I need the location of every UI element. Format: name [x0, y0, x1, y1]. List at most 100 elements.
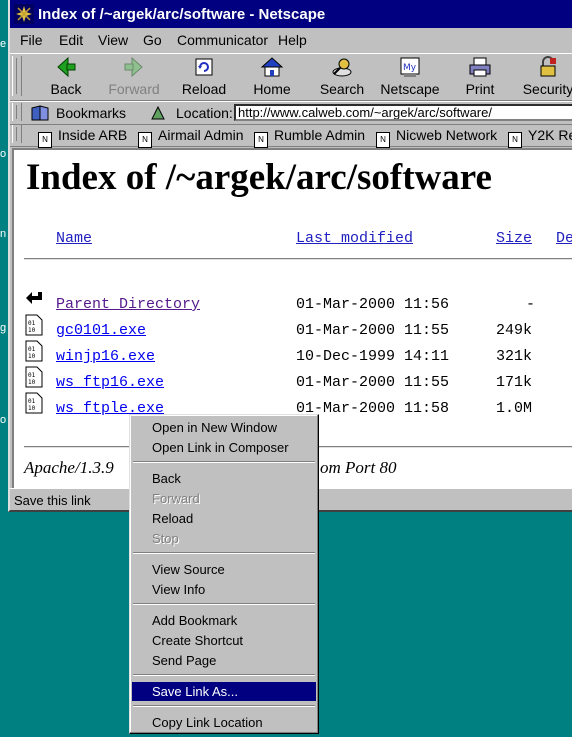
menu-save-link-as[interactable]: Save Link As... — [132, 682, 316, 701]
svg-text:01: 01 — [28, 346, 36, 353]
file-link[interactable]: gc0101.exe — [56, 322, 146, 339]
menu-help[interactable]: Help — [278, 32, 307, 48]
menu-back[interactable]: Back — [132, 469, 316, 488]
menu-separator — [133, 705, 315, 707]
location-toolbar: Bookmarks Location: — [10, 101, 572, 125]
file-link[interactable]: winjp16.exe — [56, 348, 155, 365]
personal-grip[interactable] — [12, 125, 22, 143]
menu-forward[interactable]: Forward — [132, 489, 316, 508]
binary-file-icon: 0110 — [25, 314, 43, 336]
location-label: Location: — [176, 105, 233, 121]
bookmark-y2k[interactable]: N Y2K Re — [508, 127, 572, 148]
home-icon — [260, 57, 284, 77]
context-menu: Open in New Window Open Link in Composer… — [129, 414, 319, 734]
menu-separator — [133, 674, 315, 676]
page-icon: N — [138, 132, 152, 148]
padlock-icon — [540, 56, 556, 77]
file-modified: 01-Mar-2000 11:55 — [296, 322, 450, 339]
file-link-parent[interactable]: Parent Directory — [56, 296, 200, 313]
forward-button[interactable]: Forward — [102, 56, 166, 97]
window-title: Index of /~argek/arc/software - Netscape — [38, 6, 326, 23]
page-icon: N — [376, 132, 390, 148]
bookmarks-button[interactable]: Bookmarks — [56, 105, 126, 121]
menu-create-shortcut[interactable]: Create Shortcut — [132, 631, 316, 650]
reload-icon — [195, 58, 213, 76]
my-netscape-icon: My — [400, 57, 420, 77]
file-link[interactable]: ws_ftp16.exe — [56, 374, 164, 391]
file-modified: 10-Dec-1999 14:11 — [296, 348, 450, 365]
header-rule — [24, 258, 572, 260]
status-text: Save this link — [14, 493, 91, 508]
search-button[interactable]: Search — [310, 56, 374, 97]
bookmark-rumble-admin[interactable]: N Rumble Admin — [254, 127, 365, 148]
back-button[interactable]: Back — [34, 56, 98, 97]
binary-file-icon: 0110 — [25, 366, 43, 388]
menu-separator — [133, 461, 315, 463]
search-icon — [332, 58, 352, 77]
menu-open-new-window[interactable]: Open in New Window — [132, 418, 316, 437]
netscape-button[interactable]: My Netscape — [378, 56, 442, 97]
menu-view-info[interactable]: View Info — [132, 580, 316, 599]
location-grip[interactable] — [12, 103, 22, 121]
desktop-edge: eon go — [0, 38, 7, 426]
file-size: 1.0M — [496, 400, 533, 417]
location-url-input[interactable] — [234, 104, 572, 121]
menu-copy-link-location[interactable]: Copy Link Location — [132, 713, 316, 732]
title-bar[interactable]: Index of /~argek/arc/software - Netscape — [10, 0, 572, 28]
binary-file-icon: 0110 — [25, 392, 43, 414]
file-size: - — [526, 296, 536, 313]
printer-icon — [469, 57, 491, 77]
svg-text:10: 10 — [28, 379, 36, 386]
bookmark-inside-arb[interactable]: N Inside ARB — [38, 127, 127, 148]
server-address-right: om Port 80 — [320, 458, 397, 477]
bookmark-airmail-admin[interactable]: N Airmail Admin — [138, 127, 244, 148]
binary-file-icon: 0110 — [25, 340, 43, 362]
bookmark-nicweb-network[interactable]: N Nicweb Network — [376, 127, 497, 148]
back-folder-icon — [26, 292, 42, 304]
page-proxy-icon[interactable] — [150, 105, 166, 121]
svg-text:10: 10 — [28, 327, 36, 334]
svg-text:My: My — [403, 63, 417, 73]
column-description-link[interactable]: De — [556, 230, 572, 247]
menu-bar: File Edit View Go Communicator Help — [10, 29, 572, 51]
menu-open-composer[interactable]: Open Link in Composer — [132, 438, 316, 457]
menu-add-bookmark[interactable]: Add Bookmark — [132, 611, 316, 630]
reload-button[interactable]: Reload — [172, 56, 236, 97]
bookmarks-icon[interactable] — [30, 104, 52, 122]
file-size: 321k — [496, 348, 533, 365]
page-heading: Index of /~argek/arc/software — [26, 157, 492, 198]
svg-text:10: 10 — [28, 405, 36, 412]
home-button[interactable]: Home — [240, 56, 304, 97]
file-modified: 01-Mar-2000 11:55 — [296, 374, 450, 391]
file-modified: 01-Mar-2000 11:56 — [296, 296, 450, 313]
forward-arrow-icon — [124, 56, 143, 78]
file-size: 249k — [496, 322, 533, 339]
page-icon: N — [508, 132, 522, 148]
menu-edit[interactable]: Edit — [59, 32, 83, 48]
personal-toolbar: N Inside ARB N Airmail Admin N Rumble Admin… — [10, 124, 572, 148]
column-modified-link[interactable]: Last modified — [296, 230, 413, 247]
menu-view-source[interactable]: View Source — [132, 560, 316, 579]
page-icon: N — [38, 132, 52, 148]
menu-reload[interactable]: Reload — [132, 509, 316, 528]
menu-stop[interactable]: Stop — [132, 529, 316, 548]
column-name-link[interactable]: Name — [56, 230, 92, 247]
menu-file[interactable]: File — [20, 32, 43, 48]
menu-communicator[interactable]: Communicator — [177, 32, 268, 48]
svg-text:01: 01 — [28, 372, 36, 379]
menu-go[interactable]: Go — [143, 32, 162, 48]
column-size-link[interactable]: Size — [496, 230, 532, 247]
back-arrow-icon — [57, 56, 76, 78]
toolbar-grip[interactable] — [12, 56, 22, 96]
menu-separator — [133, 603, 315, 605]
svg-text:01: 01 — [28, 320, 36, 327]
svg-text:01: 01 — [28, 398, 36, 405]
menu-send-page[interactable]: Send Page — [132, 651, 316, 670]
server-address-left: Apache/1.3.9 — [24, 458, 114, 477]
print-button[interactable]: Print — [448, 56, 512, 97]
file-size: 171k — [496, 374, 533, 391]
menu-separator — [133, 552, 315, 554]
security-button[interactable]: Security — [516, 56, 572, 97]
menu-view[interactable]: View — [98, 32, 128, 48]
page-icon: N — [254, 132, 268, 148]
